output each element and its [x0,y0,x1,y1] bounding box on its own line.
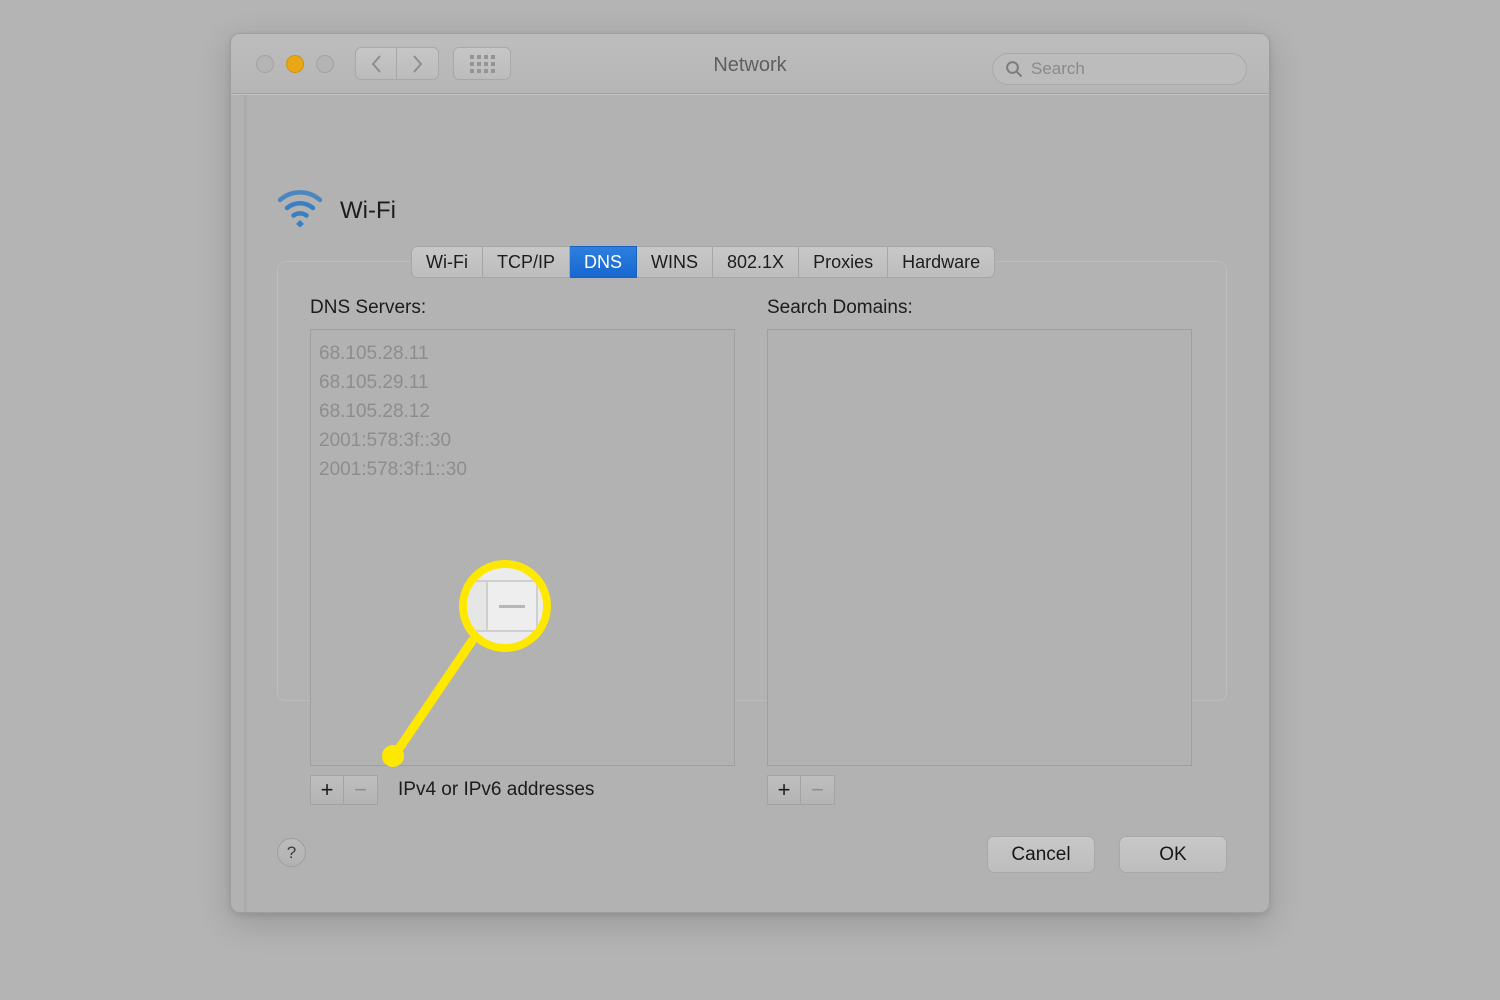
window-titlebar: Network Search [231,34,1269,94]
help-button[interactable]: ? [277,838,306,867]
service-header: Wi-Fi [276,188,396,233]
tab-tcpip[interactable]: TCP/IP [482,246,570,278]
tab-content-panel: DNS Servers: 68.105.28.11 68.105.29.11 6… [277,261,1227,805]
tab-proxies[interactable]: Proxies [799,246,889,278]
list-item[interactable]: 68.105.29.11 [319,368,734,397]
remove-dns-server-button[interactable]: − [344,775,378,805]
settings-tabs: Wi-Fi TCP/IP DNS WINS 802.1X Proxies Har… [411,246,996,278]
dns-servers-list[interactable]: 68.105.28.11 68.105.29.11 68.105.28.12 2… [310,329,735,766]
magnified-remove-button [486,580,538,632]
minus-icon [499,604,525,608]
ok-button[interactable]: OK [1119,836,1227,873]
dns-servers-hint: IPv4 or IPv6 addresses [398,779,595,800]
callout-magnifier [459,560,551,652]
dns-servers-footer: + − IPv4 or IPv6 addresses [310,775,735,805]
screen: Network Search Wi-Fi DNS Servers: 68.105… [0,0,1500,1000]
tab-wifi[interactable]: Wi-Fi [411,246,483,278]
cancel-button[interactable]: Cancel [987,836,1095,873]
magnified-content [459,568,543,644]
list-item[interactable]: 68.105.28.12 [319,397,734,426]
network-preferences-window: Network Search Wi-Fi DNS Servers: 68.105… [230,33,1270,913]
magnified-edge-dot [459,603,464,608]
search-domains-footer: + − [767,775,1192,805]
service-name: Wi-Fi [340,196,396,224]
tab-wins[interactable]: WINS [637,246,714,278]
list-item[interactable]: 2001:578:3f:1::30 [319,455,734,484]
search-icon [1005,60,1023,78]
tab-8021x[interactable]: 802.1X [713,246,800,278]
search-domains-stepper: + − [767,775,835,805]
list-item[interactable]: 68.105.28.11 [319,339,734,368]
dialog-actions: Cancel OK [987,836,1227,873]
add-dns-server-button[interactable]: + [310,775,344,805]
dns-servers-stepper: + − [310,775,378,805]
dns-servers-label: DNS Servers: [310,297,427,318]
dns-columns: DNS Servers: 68.105.28.11 68.105.29.11 6… [278,262,1226,805]
dns-servers-column: DNS Servers: 68.105.28.11 68.105.29.11 6… [310,297,735,805]
list-item[interactable]: 2001:578:3f::30 [319,426,734,455]
window-content: Wi-Fi DNS Servers: 68.105.28.11 68.105.2… [231,94,1269,912]
tab-hardware[interactable]: Hardware [888,246,996,278]
search-placeholder: Search [1031,59,1085,78]
tab-dns[interactable]: DNS [570,246,638,278]
search-field[interactable]: Search [992,53,1247,85]
add-search-domain-button[interactable]: + [767,775,801,805]
sheet-edge [244,95,250,912]
search-domains-column: Search Domains: + − [767,297,1192,805]
remove-search-domain-button[interactable]: − [801,775,835,805]
search-domains-list[interactable] [767,329,1192,766]
search-domains-label: Search Domains: [767,297,913,318]
magnified-add-button [467,580,488,632]
wifi-icon [276,188,324,233]
